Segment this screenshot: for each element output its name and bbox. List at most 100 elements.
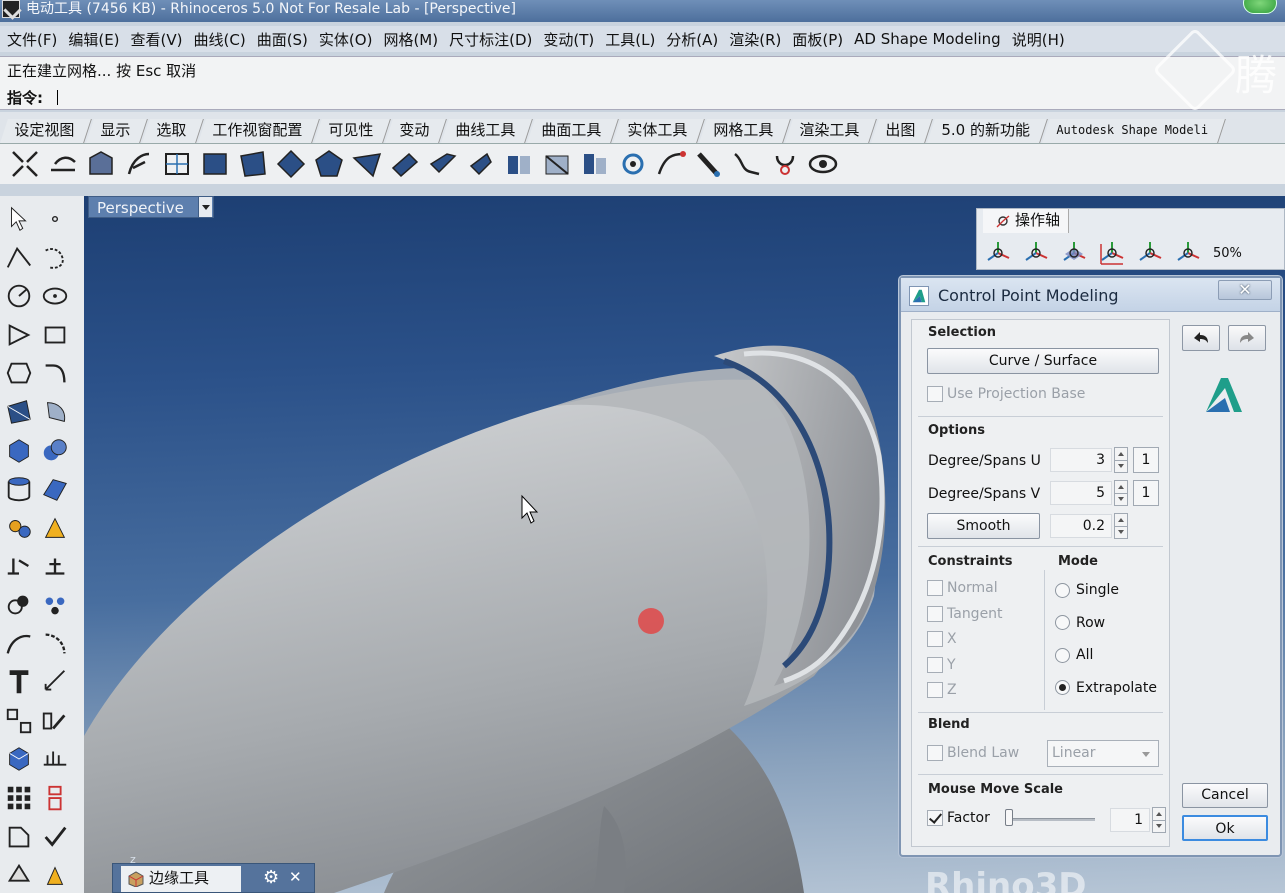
left-tool-button-20[interactable] <box>2 588 36 622</box>
left-tool-button-11[interactable] <box>38 395 72 429</box>
match-surface-button[interactable] <box>540 148 574 180</box>
left-tool-button-25[interactable] <box>38 665 72 699</box>
mode-extrapolate-radio[interactable]: Extrapolate <box>1055 680 1157 696</box>
factor-checkbox[interactable]: Factor <box>927 810 990 826</box>
menu-item-6[interactable]: 网格(M) <box>380 29 446 50</box>
constraint-checkbox-box[interactable] <box>927 631 943 647</box>
left-tool-button-29[interactable] <box>38 742 72 776</box>
left-tool-button-19[interactable] <box>38 549 72 583</box>
gumball-relocate-button[interactable] <box>1095 237 1129 269</box>
left-tool-button-28[interactable] <box>2 742 36 776</box>
constraint-tangent-checkbox[interactable]: Tangent <box>927 605 1003 622</box>
degree-v-field[interactable]: 5 <box>1050 481 1112 505</box>
left-tool-button-26[interactable] <box>2 704 36 738</box>
menu-item-12[interactable]: 面板(P) <box>789 29 851 50</box>
factor-value-field[interactable]: 1 <box>1110 808 1150 832</box>
toolbar-tab-9[interactable]: 网格工具 <box>699 119 792 143</box>
factor-slider-thumb[interactable] <box>1005 809 1013 826</box>
curve-surface-button[interactable]: Curve / Surface <box>927 348 1159 374</box>
toolbar-tab-5[interactable]: 变动 <box>385 119 447 143</box>
loft-button[interactable] <box>236 148 270 180</box>
toolbar-tab-2[interactable]: 选取 <box>142 119 204 143</box>
left-tool-button-17[interactable] <box>38 511 72 545</box>
left-tool-button-4[interactable] <box>2 279 36 313</box>
mode-all-radio[interactable]: All <box>1055 647 1093 663</box>
close-icon[interactable]: ✕ <box>289 868 302 886</box>
gumball-align-world-button[interactable] <box>981 237 1015 269</box>
gumball-drag-button[interactable] <box>1133 237 1167 269</box>
use-projection-base-checkbox[interactable]: Use Projection Base <box>927 386 1085 402</box>
left-tool-button-30[interactable] <box>2 781 36 815</box>
toolbar-tab-13[interactable]: Autodesk Shape Modeli <box>1041 119 1226 143</box>
left-tool-button-23[interactable] <box>38 627 72 661</box>
menu-item-9[interactable]: 工具(L) <box>602 29 663 50</box>
blend-curve-button[interactable] <box>8 148 42 180</box>
toolbar-tab-8[interactable]: 实体工具 <box>613 119 706 143</box>
factor-slider-track[interactable] <box>1005 818 1095 821</box>
constraint-z-checkbox[interactable]: Z <box>927 682 957 698</box>
constraint-checkbox-box[interactable] <box>927 682 943 698</box>
rail-revolve-button[interactable] <box>426 148 460 180</box>
viewport-menu-arrow-icon[interactable] <box>198 197 212 217</box>
constraint-checkbox-box[interactable] <box>927 580 943 596</box>
eye-button[interactable] <box>806 148 840 180</box>
toolbar-tab-7[interactable]: 曲面工具 <box>527 119 620 143</box>
mode-radio-dot[interactable] <box>1055 680 1070 695</box>
network-surface-button[interactable] <box>160 148 194 180</box>
gumball-scale-button[interactable] <box>1171 237 1205 269</box>
smooth-button[interactable]: Smooth <box>927 513 1040 539</box>
toolbar-tab-0[interactable]: 设定视图 <box>0 119 92 143</box>
degree-u-stepper[interactable] <box>1114 447 1128 473</box>
left-tool-button-9[interactable] <box>38 356 72 390</box>
menu-item-3[interactable]: 曲线(C) <box>191 29 254 50</box>
constraint-checkbox-box[interactable] <box>927 605 943 622</box>
left-tool-button-21[interactable] <box>38 588 72 622</box>
toolbar-tab-6[interactable]: 曲线工具 <box>441 119 534 143</box>
constraint-y-checkbox[interactable]: Y <box>927 656 956 673</box>
left-tool-button-13[interactable] <box>38 434 72 468</box>
spans-v-field[interactable]: 1 <box>1133 480 1159 506</box>
redo-button[interactable] <box>1228 325 1266 351</box>
menu-item-7[interactable]: 尺寸标注(D) <box>446 29 540 50</box>
rebuild-surface-button[interactable] <box>578 148 612 180</box>
curvature-button[interactable] <box>654 148 688 180</box>
mode-radio-dot[interactable] <box>1055 647 1070 663</box>
left-tool-button-16[interactable] <box>2 511 36 545</box>
menu-item-0[interactable]: 文件(F) <box>4 29 65 50</box>
constraint-checkbox-box[interactable] <box>927 656 943 673</box>
split-surface-button[interactable] <box>502 148 536 180</box>
toolbar-tab-1[interactable]: 显示 <box>86 119 148 143</box>
spans-u-field[interactable]: 1 <box>1133 447 1159 473</box>
ok-button[interactable]: Ok <box>1182 815 1268 841</box>
control-points-button[interactable] <box>616 148 650 180</box>
left-tool-button-18[interactable] <box>2 549 36 583</box>
left-tool-button-1[interactable] <box>38 202 72 236</box>
curve-on-surface-button[interactable] <box>730 148 764 180</box>
left-tool-button-2[interactable] <box>2 241 36 275</box>
left-tool-button-14[interactable] <box>2 472 36 506</box>
degree-u-field[interactable]: 3 <box>1050 448 1112 472</box>
left-tool-button-7[interactable] <box>38 318 72 352</box>
factor-stepper[interactable] <box>1152 807 1166 833</box>
viewport-title-tab[interactable]: Perspective <box>88 196 214 218</box>
toolbar-tab-3[interactable]: 工作视窗配置 <box>198 119 320 143</box>
blend-law-checkbox-box[interactable] <box>927 745 943 761</box>
menu-item-2[interactable]: 查看(V) <box>128 29 191 50</box>
left-tool-button-32[interactable] <box>2 820 36 854</box>
smooth-value-field[interactable]: 0.2 <box>1050 514 1112 538</box>
toolbar-tab-4[interactable]: 可见性 <box>314 119 391 143</box>
gumball-align-cplane-button[interactable] <box>1019 237 1053 269</box>
left-tool-button-3[interactable] <box>38 241 72 275</box>
constraint-normal-checkbox[interactable]: Normal <box>927 580 998 596</box>
left-tool-button-10[interactable] <box>2 395 36 429</box>
left-tool-button-27[interactable] <box>38 704 72 738</box>
menu-item-14[interactable]: 说明(H) <box>1009 29 1073 50</box>
mode-radio-dot[interactable] <box>1055 615 1070 630</box>
left-tool-button-24[interactable] <box>2 665 36 699</box>
menu-item-5[interactable]: 实体(O) <box>316 29 381 50</box>
mode-single-radio[interactable]: Single <box>1055 582 1119 598</box>
offset-surface-button[interactable] <box>46 148 80 180</box>
left-tool-button-31[interactable] <box>38 781 72 815</box>
left-tool-button-6[interactable] <box>2 318 36 352</box>
edge-tools-tab[interactable]: 边缘工具 <box>121 866 241 892</box>
